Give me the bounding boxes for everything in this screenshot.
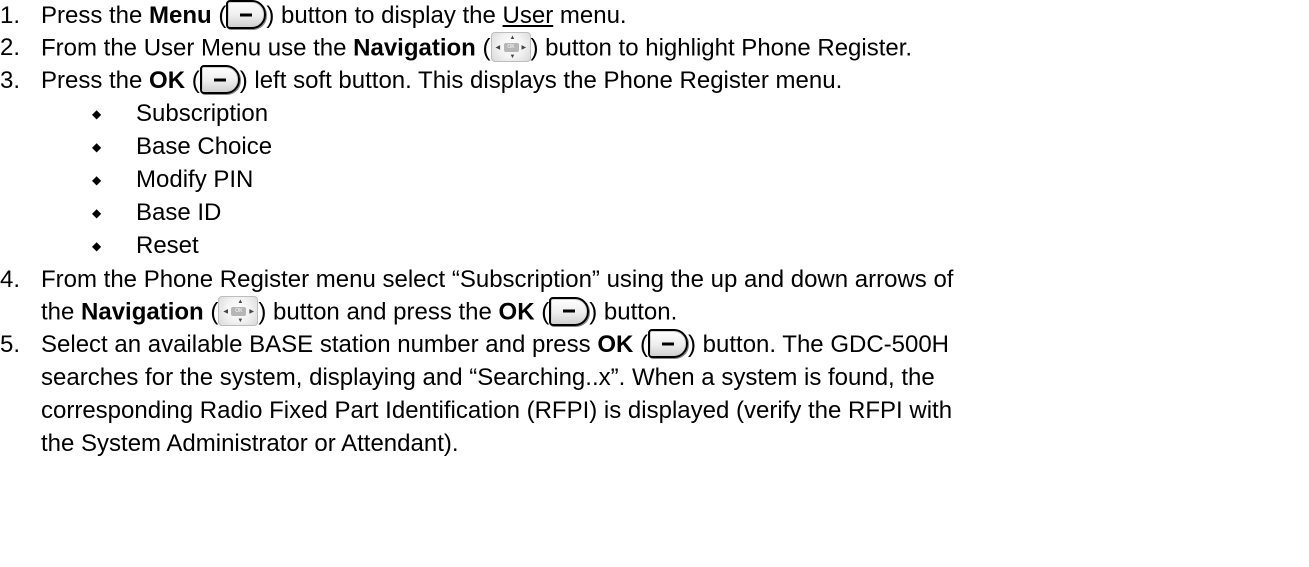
soft-key-minus-icon xyxy=(549,296,590,326)
step-number: 3. xyxy=(0,67,21,94)
diamond-bullet-icon: ◆ xyxy=(92,173,102,187)
diamond-bullet-icon: ◆ xyxy=(92,140,102,154)
step-text: From the Phone Register menu select “Sub… xyxy=(41,266,954,293)
diamond-bullet-icon: ◆ xyxy=(92,107,102,121)
step-text: corresponding Radio Fixed Part Identific… xyxy=(41,397,953,424)
step-number: 5. xyxy=(0,331,21,358)
soft-key-minus-icon xyxy=(648,329,688,359)
navigation-ok-icon: ▲ ▼ ◀ ▶ OK xyxy=(490,32,531,62)
step-text: searches for the system, displaying and … xyxy=(41,364,935,391)
diamond-bullet-icon: ◆ xyxy=(92,206,102,220)
step-number: 4. xyxy=(0,266,21,293)
step-number: 1. xyxy=(0,2,21,29)
step-number: 2. xyxy=(0,34,21,61)
ok-label: OK xyxy=(149,67,186,94)
navigation-label: Navigation xyxy=(353,34,476,62)
menu-label: Menu xyxy=(149,2,212,29)
ok-label: OK xyxy=(498,298,535,326)
navigation-ok-icon: ▲ ▼ ◀ ▶ OK xyxy=(218,296,259,326)
step-text: Select an available BASE station number … xyxy=(41,329,950,359)
soft-key-minus-icon xyxy=(226,0,267,30)
step-text: From the User Menu use the Navigation (▲… xyxy=(41,32,912,64)
step-text: Press the Menu () button to display the … xyxy=(41,0,627,30)
step-text: the System Administrator or Attendant). xyxy=(41,430,459,457)
step-text: the Navigation (▲ ▼ ◀ ▶ OK) button and press… xyxy=(41,296,677,328)
ok-label: OK xyxy=(597,331,634,358)
soft-key-minus-icon xyxy=(199,65,240,95)
diamond-bullet-icon: ◆ xyxy=(92,239,102,253)
step-text: Press the OK () left soft button. This d… xyxy=(41,65,843,95)
navigation-label: Navigation xyxy=(81,298,204,326)
